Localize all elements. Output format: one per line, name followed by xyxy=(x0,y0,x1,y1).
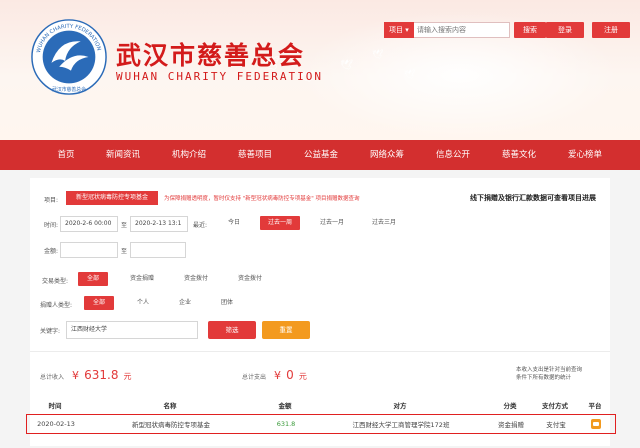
date-to-input[interactable]: 2020-2-13 13:1 xyxy=(130,216,188,232)
trade-type-all-button[interactable]: 全部 xyxy=(78,272,108,286)
trade-type-transfer-button[interactable]: 资金拨付 xyxy=(230,272,270,286)
nav-item-funds[interactable]: 公益基金 xyxy=(288,140,354,170)
income-value: 631.8 xyxy=(84,368,119,382)
trade-type-disbursement-button[interactable]: 资金拨付 xyxy=(176,272,216,286)
recent-label: 最近: xyxy=(193,222,208,229)
offline-donation-note: 线下捐赠及银行汇款数据可查看项目进展 xyxy=(470,194,596,202)
nav-item-home[interactable]: 首页 xyxy=(42,140,90,170)
cell-name: 新型冠状病毒防控专项基金 xyxy=(132,421,210,429)
amount-label: 金额: xyxy=(44,248,59,255)
col-category-header: 分类 xyxy=(503,402,517,410)
date-separator: 至 xyxy=(121,222,128,229)
col-counterparty-header: 对方 xyxy=(393,402,407,410)
donation-query-panel: 项目: 新型冠状病毒防控专项基金 为保障捐赠透明度，暂时仅支持 "新型冠状病毒防… xyxy=(26,178,616,446)
keyword-input[interactable]: 江西财经大学 xyxy=(66,321,198,339)
amount-max-input[interactable] xyxy=(130,242,186,258)
expense-label: 总计支出 xyxy=(242,374,267,381)
nav-item-disclosure[interactable]: 信息公开 xyxy=(420,140,486,170)
search-type-select[interactable]: 项目 ▾ xyxy=(384,22,414,38)
nav-item-crowdfunding[interactable]: 网络众筹 xyxy=(354,140,420,170)
site-title-en: WUHAN CHARITY FEDERATION xyxy=(116,70,323,83)
cell-amount: 631.8 xyxy=(276,420,296,428)
time-label: 时间: xyxy=(44,222,59,229)
nav-item-about[interactable]: 机构介绍 xyxy=(156,140,222,170)
expense-value: 0 xyxy=(286,368,294,382)
summary-row: 总计收入 ¥ 631.8 元 总计支出 ¥ 0 元 本收入支出是针对当前查询 条… xyxy=(30,351,610,395)
login-button[interactable]: 登录 xyxy=(546,22,584,38)
dove-decoration-icon: 🕊 xyxy=(340,60,353,71)
col-platform-header: 平台 xyxy=(588,402,602,410)
donor-type-label: 捐赠人类型: xyxy=(40,302,73,309)
summary-note: 本收入支出是针对当前查询 条件下所有数据的统计 xyxy=(516,366,582,382)
project-select-button[interactable]: 新型冠状病毒防控专项基金 xyxy=(66,191,158,205)
income-currency: ¥ xyxy=(72,369,79,382)
main-nav: 首页 新闻资讯 机构介绍 慈善项目 公益基金 网络众筹 信息公开 慈善文化 爱心… xyxy=(0,140,640,170)
nav-item-ranking[interactable]: 爱心榜单 xyxy=(552,140,618,170)
cell-platform xyxy=(581,419,611,429)
register-button[interactable]: 注册 xyxy=(592,22,630,38)
date-from-input[interactable]: 2020-2-6 00:00 xyxy=(60,216,118,232)
site-title-cn: 武汉市慈善总会 xyxy=(116,41,306,70)
expense-total: ¥ 0 元 xyxy=(274,364,307,383)
search-bar: 项目 ▾ 搜索 xyxy=(384,22,546,38)
search-button[interactable]: 搜索 xyxy=(514,22,546,38)
cell-payment: 支付宝 xyxy=(546,421,566,429)
dove-decoration-icon: 🕊 xyxy=(404,70,416,80)
recent-today-button[interactable]: 今日 xyxy=(220,216,248,230)
logo-bottom-text: 武汉市慈善总会 xyxy=(52,86,86,93)
keyword-label: 关键字: xyxy=(40,328,61,335)
recent-three-months-button[interactable]: 过去三月 xyxy=(364,216,404,230)
cell-category: 资金捐赠 xyxy=(498,421,524,429)
nav-item-projects[interactable]: 慈善项目 xyxy=(222,140,288,170)
trade-type-label: 交易类型: xyxy=(42,278,69,285)
expense-unit: 元 xyxy=(298,372,307,381)
col-amount-header: 金额 xyxy=(278,402,292,410)
dove-decoration-icon: 🕊 xyxy=(372,50,384,60)
col-name-header: 名称 xyxy=(163,402,177,410)
recent-week-button[interactable]: 过去一周 xyxy=(260,216,300,230)
trade-type-donation-button[interactable]: 资金捐赠 xyxy=(122,272,162,286)
income-label: 总计收入 xyxy=(40,374,65,381)
summary-note-line1: 本收入支出是针对当前查询 xyxy=(516,367,583,373)
donor-type-individual-button[interactable]: 个人 xyxy=(128,296,158,310)
recent-month-button[interactable]: 过去一月 xyxy=(312,216,352,230)
site-header: 🕊 🕊 🕊 🕊 🕊 WUHAN CHARITY FEDERATION 武汉市慈善… xyxy=(0,0,640,140)
filter-button[interactable]: 筛选 xyxy=(208,321,256,339)
summary-note-line2: 条件下所有数据的统计 xyxy=(516,375,572,381)
project-note: 为保障捐赠透明度，暂时仅支持 "新型冠状病毒防控专项基金" 项目捐赠数据查询 xyxy=(164,196,360,202)
search-type-label: 项目 xyxy=(389,26,403,34)
expense-currency: ¥ xyxy=(274,369,281,382)
project-label: 项目: xyxy=(44,197,59,204)
nav-item-culture[interactable]: 慈善文化 xyxy=(486,140,552,170)
nav-item-news[interactable]: 新闻资讯 xyxy=(90,140,156,170)
income-total: ¥ 631.8 元 xyxy=(72,364,132,383)
table-header: 时间 名称 金额 对方 分类 支付方式 平台 xyxy=(30,400,610,413)
donor-type-group-button[interactable]: 团体 xyxy=(212,296,242,310)
donation-table: 时间 名称 金额 对方 分类 支付方式 平台 2020-02-13 新型冠状病毒… xyxy=(26,400,616,434)
amount-separator: 至 xyxy=(121,248,128,255)
platform-icon[interactable] xyxy=(591,419,601,429)
col-time-header: 时间 xyxy=(48,402,62,410)
cell-time: 2020-02-13 xyxy=(37,420,75,428)
income-unit: 元 xyxy=(123,372,132,381)
donor-type-all-button[interactable]: 全部 xyxy=(84,296,114,310)
charity-logo-icon[interactable]: WUHAN CHARITY FEDERATION 武汉市慈善总会 xyxy=(30,18,108,96)
col-payment-header: 支付方式 xyxy=(542,402,568,410)
donor-type-enterprise-button[interactable]: 企业 xyxy=(170,296,200,310)
table-row[interactable]: 2020-02-13 新型冠状病毒防控专项基金 631.8 江西财经大学工商管理… xyxy=(26,414,616,434)
search-input[interactable] xyxy=(414,22,510,38)
cell-counterparty: 江西财经大学工商管理学院172班 xyxy=(352,421,450,429)
reset-button[interactable]: 重置 xyxy=(262,321,310,339)
amount-min-input[interactable] xyxy=(60,242,118,258)
